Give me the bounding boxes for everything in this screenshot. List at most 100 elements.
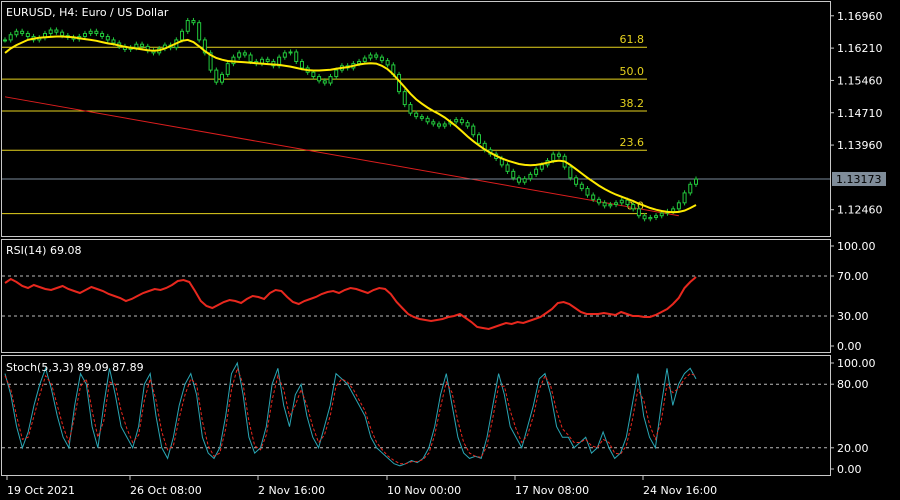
candle-body	[534, 168, 539, 175]
candle-body	[20, 30, 25, 34]
candle-body	[619, 199, 624, 204]
price-tick-label: 1.16210	[837, 42, 883, 55]
time-tick-label: 24 Nov 16:00	[643, 484, 717, 497]
candle-body	[408, 104, 413, 114]
candle-body	[505, 164, 510, 172]
stoch-group	[2, 361, 830, 467]
time-tick-label: 2 Nov 16:00	[258, 484, 325, 497]
candle-body	[419, 116, 424, 119]
candle-body	[282, 52, 287, 58]
candle-body	[454, 119, 459, 123]
rsi-line	[4, 276, 697, 331]
candle-body	[425, 117, 430, 123]
candle-body	[602, 202, 607, 207]
candle-body	[676, 202, 681, 210]
candle-body	[328, 76, 333, 84]
rsi-tick-label: 70.00	[837, 270, 869, 283]
candle-body	[60, 31, 65, 37]
candle-body	[299, 60, 304, 69]
candle-body	[648, 216, 653, 220]
candle-body	[516, 177, 521, 183]
candle-body	[631, 204, 636, 210]
rsi-tick-label: 100.00	[837, 240, 876, 253]
rsi-pane	[1, 239, 831, 353]
candle-body	[596, 198, 601, 204]
candle-body	[437, 123, 442, 127]
candle-body	[185, 20, 190, 32]
fib-level-label: 50.0	[620, 65, 645, 78]
candle-body	[3, 39, 7, 42]
candle-body	[682, 192, 687, 204]
candle-body	[220, 73, 225, 83]
stoch-tick-label: 20.00	[837, 442, 869, 455]
candle-body	[528, 173, 533, 180]
candle-body	[614, 202, 619, 206]
time-tick-label: 19 Oct 2021	[7, 484, 75, 497]
candle-body	[237, 52, 242, 58]
stoch-tick-label: 80.00	[837, 378, 869, 391]
candle-body	[591, 194, 596, 200]
candle-body	[414, 112, 419, 118]
candle-body	[334, 69, 339, 78]
candle-body	[105, 35, 110, 41]
candle-body	[288, 51, 293, 54]
candle-body	[54, 29, 59, 33]
candle-body	[659, 212, 664, 217]
candle-body	[579, 183, 584, 190]
candle-body	[642, 215, 647, 220]
time-tick-label: 17 Nov 08:00	[515, 484, 589, 497]
price-tick-label: 1.13960	[837, 139, 883, 152]
rsi-label: RSI(14) 69.08	[6, 244, 81, 257]
candle-body	[574, 177, 579, 185]
price-tick-label: 1.12460	[837, 204, 883, 217]
candle-body	[88, 30, 93, 34]
candle-body	[556, 153, 561, 157]
price-tick-label: 1.14710	[837, 107, 883, 120]
candle-body	[225, 63, 230, 75]
candle-body	[311, 71, 316, 78]
rsi-tick-label: 30.00	[837, 310, 869, 323]
trend-line	[4, 96, 679, 217]
rsi-tick-label: 0.00	[837, 340, 862, 353]
candle-body	[111, 39, 116, 44]
fib-level-label: 61.8	[620, 33, 645, 46]
time-tick-label: 26 Oct 08:00	[130, 484, 202, 497]
price-tick-label: 1.15460	[837, 74, 883, 87]
chart-title: EURUSD, H4: Euro / US Dollar	[6, 6, 169, 19]
fib-level-label: 38.2	[620, 97, 645, 110]
candle-body	[231, 56, 236, 65]
candle-body	[357, 60, 362, 65]
candle-body	[694, 178, 698, 185]
candle-body	[82, 32, 87, 37]
stoch-tick-label: 100.00	[837, 357, 876, 370]
candle-body	[140, 43, 145, 47]
current-price-label: 1.13173	[836, 173, 882, 186]
candle-body	[248, 54, 253, 62]
candle-body	[608, 204, 613, 207]
chart-canvas: 61.850.038.223.60.0 1.169601.162101.1546…	[1, 1, 886, 497]
stoch-tick-label: 0.00	[837, 463, 862, 476]
price-tick-label: 1.16960	[837, 10, 883, 23]
candle-body	[465, 122, 470, 127]
candle-body	[134, 43, 139, 49]
stoch-k-line	[4, 361, 697, 467]
candle-body	[294, 51, 299, 62]
stoch-d-line	[4, 366, 697, 465]
candle-body	[471, 125, 476, 136]
candle-body	[100, 32, 105, 37]
candle-body	[94, 30, 99, 34]
candle-body	[551, 153, 556, 162]
candle-body	[585, 188, 590, 196]
candle-body	[362, 57, 367, 62]
candle-body	[180, 30, 185, 41]
candle-body	[197, 22, 202, 41]
candle-body	[368, 54, 373, 59]
candle-body	[539, 164, 544, 170]
candle-body	[25, 32, 30, 37]
candle-body	[688, 183, 693, 194]
candle-body	[48, 29, 53, 34]
candle-body	[442, 123, 447, 127]
candle-body	[568, 166, 573, 179]
candle-body	[636, 208, 641, 217]
rsi-group	[2, 275, 830, 331]
